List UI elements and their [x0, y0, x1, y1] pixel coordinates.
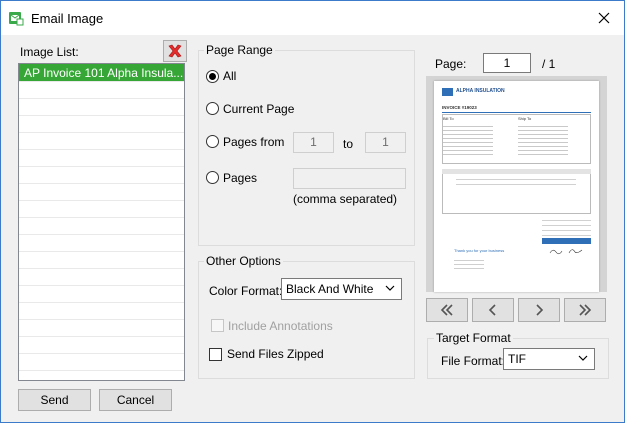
page-total: / 1 — [542, 57, 556, 71]
radio-pages-from-label: Pages from — [223, 135, 285, 149]
chevron-down-icon — [385, 285, 395, 291]
list-row-empty — [19, 184, 184, 201]
to-label: to — [343, 137, 354, 151]
doc-invoice-title: INVOICE #19023 — [442, 105, 477, 110]
radio-current-page[interactable] — [206, 102, 219, 115]
list-row-empty — [19, 218, 184, 235]
image-list-label: Image List: — [20, 45, 79, 59]
doc-items-header — [442, 169, 591, 174]
list-row-empty — [19, 99, 184, 116]
list-row-empty — [19, 167, 184, 184]
include-annotations-checkbox[interactable] — [211, 319, 224, 332]
other-options-title: Other Options — [204, 254, 283, 268]
pages-to-input[interactable]: 1 — [365, 132, 406, 153]
include-annotations-label: Include Annotations — [228, 319, 333, 333]
list-row-empty — [19, 201, 184, 218]
doc-thanks: Thank you for your business — [454, 248, 505, 253]
color-format-select[interactable]: Black And White — [281, 278, 402, 300]
list-row-empty — [19, 82, 184, 99]
previous-page-button[interactable] — [472, 298, 514, 322]
radio-pages-label: Pages — [223, 171, 258, 185]
title-bar: Email Image — [1, 1, 624, 35]
doc-company-name: ALPHA INSULATION — [456, 88, 505, 94]
double-chevron-left-icon — [440, 304, 453, 316]
send-button[interactable]: Send — [18, 389, 91, 411]
send-files-zipped-label: Send Files Zipped — [227, 347, 324, 361]
radio-current-page-label: Current Page — [223, 102, 295, 116]
color-format-value: Black And White — [286, 282, 374, 296]
last-page-button[interactable] — [564, 298, 606, 322]
page-label: Page: — [435, 57, 467, 71]
page-number-input[interactable]: 1 — [483, 53, 531, 73]
doc-item-lines — [456, 175, 576, 185]
list-row-empty — [19, 269, 184, 286]
pages-from-input[interactable]: 1 — [293, 132, 334, 153]
list-row-empty — [19, 354, 184, 371]
file-format-value: TIF — [508, 352, 526, 366]
file-format-select[interactable]: TIF — [503, 348, 595, 370]
cancel-button[interactable]: Cancel — [99, 389, 172, 411]
list-row-empty — [19, 235, 184, 252]
window-title: Email Image — [31, 11, 104, 26]
red-x-delete-icon — [168, 44, 182, 58]
list-row-empty — [19, 286, 184, 303]
color-format-label: Color Format: — [209, 284, 283, 298]
doc-signature — [549, 244, 584, 255]
chevron-down-icon — [578, 355, 588, 361]
radio-selected-dot — [209, 73, 216, 80]
pages-list-input[interactable] — [293, 168, 406, 189]
send-files-zipped-checkbox[interactable] — [209, 348, 222, 361]
close-icon — [598, 12, 610, 24]
close-button[interactable] — [589, 5, 619, 31]
list-row-empty — [19, 150, 184, 167]
doc-rule — [442, 112, 591, 113]
email-image-dialog: Email Image Image List: AP Invoice 101 A… — [0, 0, 625, 423]
list-row-empty — [19, 252, 184, 269]
list-row-empty — [19, 303, 184, 320]
list-item[interactable]: AP Invoice 101 Alpha Insula... — [19, 64, 184, 82]
file-format-label: File Format: — [441, 354, 506, 368]
document-thumbnail: ALPHA INSULATION INVOICE #19023 Bill To … — [434, 81, 599, 292]
radio-pages[interactable] — [206, 171, 219, 184]
page-range-title: Page Range — [204, 43, 275, 57]
doc-lines — [443, 123, 493, 158]
doc-lines — [518, 123, 568, 158]
list-row-empty — [19, 320, 184, 337]
chevron-right-icon — [536, 304, 544, 316]
list-row-empty — [19, 133, 184, 150]
first-page-button[interactable] — [426, 298, 468, 322]
image-list[interactable]: AP Invoice 101 Alpha Insula... — [18, 63, 185, 381]
company-logo — [442, 88, 453, 96]
list-row-empty — [19, 116, 184, 133]
chevron-left-icon — [488, 304, 496, 316]
comma-separated-note: (comma separated) — [293, 192, 398, 206]
next-page-button[interactable] — [518, 298, 560, 322]
list-row-empty — [19, 337, 184, 354]
radio-all-label: All — [223, 69, 237, 83]
email-image-icon — [8, 10, 24, 26]
doc-footer-lines — [454, 257, 484, 269]
radio-all[interactable] — [206, 70, 219, 83]
radio-pages-from[interactable] — [206, 135, 219, 148]
double-chevron-right-icon — [579, 304, 592, 316]
delete-image-button[interactable] — [163, 40, 187, 62]
target-format-title: Target Format — [434, 331, 513, 345]
